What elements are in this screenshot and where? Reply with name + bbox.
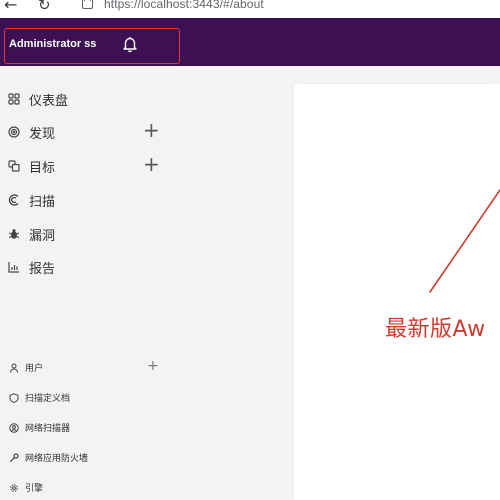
annotation-arrow [429, 189, 500, 293]
annotation-text: 最新版Aw [385, 317, 486, 342]
